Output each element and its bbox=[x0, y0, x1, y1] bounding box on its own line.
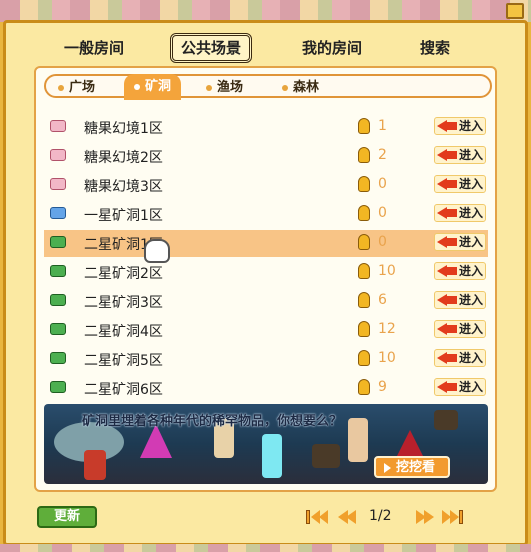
enter-room-button[interactable]: 进入 bbox=[434, 378, 486, 396]
room-row[interactable]: 二星矿洞3区 6 进入 bbox=[44, 288, 488, 315]
player-count-icon bbox=[358, 176, 370, 192]
player-count-icon bbox=[358, 147, 370, 163]
top-decoration-strip bbox=[0, 0, 531, 22]
player-count-icon bbox=[358, 263, 370, 279]
next-page-button[interactable] bbox=[414, 508, 436, 526]
red-crystal-icon bbox=[396, 430, 424, 458]
mine-cart-icon bbox=[50, 352, 66, 364]
mine-cart-icon bbox=[50, 381, 66, 393]
mine-cart-icon bbox=[50, 265, 66, 277]
player-count-icon bbox=[358, 118, 370, 134]
banner-caption: 矿洞里埋着各种年代的稀罕物品，你想要么？ bbox=[82, 414, 343, 429]
enter-room-button[interactable]: 进入 bbox=[434, 320, 486, 338]
subtab-plaza[interactable]: 广场 bbox=[58, 77, 95, 99]
subtab-forest[interactable]: 森林 bbox=[282, 77, 319, 99]
player-count: 10 bbox=[378, 263, 396, 279]
subtab-fishery[interactable]: 渔场 bbox=[206, 77, 243, 99]
mine-cart-icon bbox=[50, 207, 66, 219]
enter-room-button[interactable]: 进入 bbox=[434, 233, 486, 251]
mine-cart-icon bbox=[50, 236, 66, 248]
bullet-icon bbox=[134, 83, 140, 90]
room-row[interactable]: 二星矿洞5区 10 进入 bbox=[44, 346, 488, 373]
mine-cart-icon bbox=[50, 294, 66, 306]
room-name: 糖果幻境2区 bbox=[84, 150, 163, 166]
player-count: 0 bbox=[378, 176, 387, 192]
room-row[interactable]: 二星矿洞4区 12 进入 bbox=[44, 317, 488, 344]
player-count: 1 bbox=[378, 118, 387, 134]
room-row[interactable]: 糖果幻境2区 2 进入 bbox=[44, 143, 488, 170]
room-name: 一星矿洞1区 bbox=[84, 208, 163, 224]
hand-cursor-icon bbox=[144, 239, 170, 263]
mine-cart-icon bbox=[50, 323, 66, 335]
dig-button[interactable]: 挖挖看 bbox=[374, 456, 450, 478]
candy-icon bbox=[50, 178, 66, 190]
subtab-mine[interactable]: 矿洞 bbox=[124, 74, 182, 100]
tab-public-scenes[interactable]: 公共场景 bbox=[170, 33, 253, 63]
enter-room-button[interactable]: 进入 bbox=[434, 146, 486, 164]
player-count: 12 bbox=[378, 321, 396, 337]
bullet-icon bbox=[206, 84, 212, 91]
bullet-icon bbox=[58, 84, 64, 91]
candy-icon bbox=[50, 149, 66, 161]
player-count-icon bbox=[358, 321, 370, 337]
player-count-icon bbox=[358, 350, 370, 366]
pink-crystal-icon bbox=[140, 424, 172, 458]
enter-room-button[interactable]: 进入 bbox=[434, 175, 486, 193]
last-page-button[interactable] bbox=[442, 508, 464, 526]
scene-category-bar bbox=[44, 74, 492, 98]
crate-icon bbox=[434, 410, 458, 430]
crate-icon bbox=[312, 444, 340, 468]
room-row[interactable]: 二星矿洞2区 10 进入 bbox=[44, 259, 488, 286]
player-count: 0 bbox=[378, 205, 387, 221]
enter-room-button[interactable]: 进入 bbox=[434, 262, 486, 280]
player-count: 9 bbox=[378, 379, 387, 395]
player-count-icon bbox=[358, 234, 370, 250]
tab-my-rooms[interactable]: 我的房间 bbox=[302, 37, 362, 59]
player-count-icon bbox=[358, 205, 370, 221]
tab-normal-rooms[interactable]: 一般房间 bbox=[64, 37, 124, 59]
prev-page-button[interactable] bbox=[336, 508, 358, 526]
play-arrow-icon bbox=[384, 463, 391, 473]
page-indicator: 1/2 bbox=[369, 508, 392, 524]
room-name: 二星矿洞6区 bbox=[84, 382, 163, 398]
room-row[interactable]: 二星矿洞6区 9 进入 bbox=[44, 375, 488, 402]
first-page-icon bbox=[306, 510, 310, 524]
enter-room-button[interactable]: 进入 bbox=[434, 204, 486, 222]
room-name: 二星矿洞5区 bbox=[84, 353, 163, 369]
bullet-icon bbox=[282, 84, 288, 91]
first-page-button[interactable] bbox=[306, 508, 328, 526]
enter-room-button[interactable]: 进入 bbox=[434, 349, 486, 367]
room-row[interactable]: 二星矿洞1区 0 进入 bbox=[44, 230, 488, 257]
room-name: 糖果幻境3区 bbox=[84, 179, 163, 195]
player-count: 2 bbox=[378, 147, 387, 163]
enter-room-button[interactable]: 进入 bbox=[434, 117, 486, 135]
room-name: 二星矿洞4区 bbox=[84, 324, 163, 340]
ghost-character-icon bbox=[262, 434, 282, 478]
room-name: 糖果幻境1区 bbox=[84, 121, 163, 137]
girl-character-icon bbox=[348, 418, 368, 462]
room-name: 二星矿洞3区 bbox=[84, 295, 163, 311]
enter-room-button[interactable]: 进入 bbox=[434, 291, 486, 309]
player-count: 10 bbox=[378, 350, 396, 366]
room-name: 二星矿洞2区 bbox=[84, 266, 163, 282]
refresh-button[interactable]: 更新 bbox=[37, 506, 97, 528]
player-count: 0 bbox=[378, 234, 387, 250]
player-count: 6 bbox=[378, 292, 387, 308]
tab-search[interactable]: 搜索 bbox=[420, 37, 450, 59]
room-row[interactable]: 糖果幻境1区 1 进入 bbox=[44, 114, 488, 141]
player-count-icon bbox=[358, 379, 370, 395]
room-row[interactable]: 一星矿洞1区 0 进入 bbox=[44, 201, 488, 228]
player-character-icon bbox=[84, 450, 106, 480]
mine-promo-banner: 矿洞里埋着各种年代的稀罕物品，你想要么？ 挖挖看 bbox=[44, 404, 488, 484]
candy-icon bbox=[50, 120, 66, 132]
bottom-decoration-strip bbox=[0, 544, 531, 552]
player-count-icon bbox=[358, 292, 370, 308]
close-button[interactable] bbox=[506, 3, 524, 19]
room-row[interactable]: 糖果幻境3区 0 进入 bbox=[44, 172, 488, 199]
